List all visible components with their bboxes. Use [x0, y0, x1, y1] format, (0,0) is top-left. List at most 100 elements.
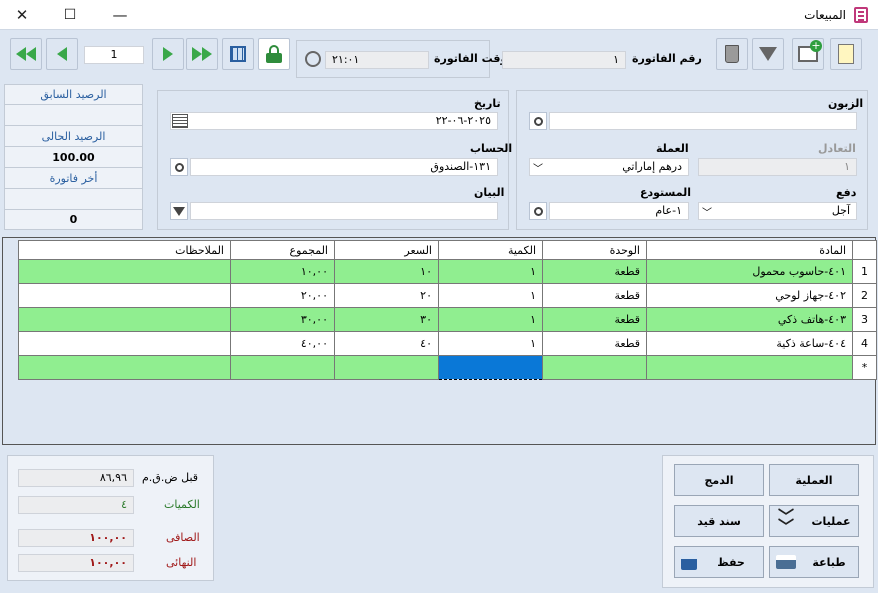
calendar-icon[interactable]	[172, 114, 188, 128]
cell-price[interactable]: ٤٠	[334, 331, 439, 356]
row-number[interactable]: 1	[852, 259, 877, 284]
currency-select[interactable]: درهم إماراتي	[529, 158, 689, 176]
cell-unit[interactable]: قطعة	[542, 283, 647, 308]
row-header-corner	[852, 240, 877, 260]
new-row[interactable]: *	[18, 355, 877, 380]
record-number-input[interactable]: 1	[84, 46, 144, 64]
cell-total[interactable]	[230, 355, 335, 380]
double-left-icon	[16, 47, 26, 61]
before-tax-field: ٨٦,٩٦	[18, 469, 134, 487]
items-table: المادة الوحدة الكمية السعر المجموع الملا…	[18, 240, 877, 380]
last-invoice-value	[5, 190, 142, 210]
before-tax-label: قبل ض.ق.م	[142, 471, 199, 484]
cell-qty[interactable]: ١	[438, 331, 543, 356]
cell-notes[interactable]	[18, 307, 231, 332]
last-record-button[interactable]	[186, 38, 218, 70]
add-button[interactable]: +	[792, 38, 824, 70]
warehouse-search-icon[interactable]	[529, 202, 547, 220]
merge-button[interactable]: الدمج	[674, 464, 764, 496]
cell-total[interactable]: ٤٠,٠٠	[230, 331, 335, 356]
cell-price[interactable]: ٢٠	[334, 283, 439, 308]
filter-button[interactable]	[752, 38, 784, 70]
save-button-label: حفظ	[717, 555, 745, 569]
journal-button[interactable]: سند قيد	[674, 505, 764, 537]
operation-button[interactable]: العملية	[769, 464, 859, 496]
row-number[interactable]: 3	[852, 307, 877, 332]
statement-field[interactable]	[190, 202, 498, 220]
cell-item[interactable]: ٤٠١-حاسوب محمول	[646, 259, 853, 284]
cell-total[interactable]: ١٠,٠٠	[230, 259, 335, 284]
cell-notes[interactable]	[18, 355, 231, 380]
statement-dropdown-icon[interactable]	[170, 202, 188, 220]
invoice-time-label: وقت الفاتورة	[434, 52, 508, 65]
cell-unit[interactable]: قطعة	[542, 331, 647, 356]
customer-field[interactable]	[549, 112, 857, 130]
cell-price[interactable]: ١٠	[334, 259, 439, 284]
cell-price[interactable]: ٣٠	[334, 307, 439, 332]
cell-total[interactable]: ٣٠,٠٠	[230, 307, 335, 332]
cell-total[interactable]: ٢٠,٠٠	[230, 283, 335, 308]
cell-unit[interactable]	[542, 355, 647, 380]
cell-item[interactable]: ٤٠٢-جهاز لوحي	[646, 283, 853, 308]
column-header-price[interactable]: السعر	[334, 240, 439, 260]
invoice-time-field[interactable]: ٢١:٠١	[325, 51, 429, 69]
column-header-total[interactable]: المجموع	[230, 240, 335, 260]
invoice-number-field[interactable]: ١	[502, 51, 626, 69]
grid-icon	[230, 46, 246, 62]
row-number[interactable]: 2	[852, 283, 877, 308]
cell-qty[interactable]: ١	[438, 307, 543, 332]
save-disk-icon	[681, 554, 697, 570]
delete-button[interactable]	[716, 38, 748, 70]
save-button[interactable]: حفظ	[674, 546, 764, 578]
cell-notes[interactable]	[18, 283, 231, 308]
invoice-number-label: رقم الفاتورة	[632, 52, 702, 65]
date-field[interactable]: ٢٠٢٥-٠٦-٢٢	[170, 112, 498, 130]
final-label: النهائى	[166, 556, 197, 569]
rate-field[interactable]: ١	[698, 158, 857, 176]
maximize-button[interactable]: ☐	[58, 4, 82, 26]
next-record-button[interactable]	[152, 38, 184, 70]
column-header-qty[interactable]: الكمية	[438, 240, 543, 260]
table-row[interactable]: 3 ٤٠٣-هاتف ذكي قطعة ١ ٣٠ ٣٠,٠٠	[18, 307, 877, 332]
add-icon: +	[798, 40, 822, 62]
column-header-unit[interactable]: الوحدة	[542, 240, 647, 260]
column-header-item[interactable]: المادة	[646, 240, 853, 260]
cell-notes[interactable]	[18, 331, 231, 356]
column-header-notes[interactable]: الملاحظات	[18, 240, 231, 260]
warehouse-field[interactable]: ١-عام	[549, 202, 689, 220]
cell-item[interactable]	[646, 355, 853, 380]
prev-record-button[interactable]	[46, 38, 78, 70]
previous-balance-label: الرصيد السابق	[5, 85, 142, 105]
account-field[interactable]: ١٣١-الصندوق	[190, 158, 498, 176]
cell-unit[interactable]: قطعة	[542, 307, 647, 332]
cell-price[interactable]	[334, 355, 439, 380]
first-record-button[interactable]	[10, 38, 42, 70]
account-search-icon[interactable]	[170, 158, 188, 176]
new-document-button[interactable]	[830, 38, 862, 70]
close-button[interactable]: ✕	[10, 4, 34, 26]
cell-qty-selected[interactable]	[438, 355, 543, 380]
grid-view-button[interactable]	[222, 38, 254, 70]
table-row[interactable]: 1 ٤٠١-حاسوب محمول قطعة ١ ١٠ ١٠,٠٠	[18, 259, 877, 284]
payment-select[interactable]: آجل	[698, 202, 857, 220]
row-number[interactable]: 4	[852, 331, 877, 356]
cell-unit[interactable]: قطعة	[542, 259, 647, 284]
print-button[interactable]: طباعة	[769, 546, 859, 578]
double-chevron-down-icon: ﹀ ﹀	[778, 507, 795, 536]
minimize-button[interactable]: —	[108, 4, 132, 26]
cell-notes[interactable]	[18, 259, 231, 284]
title-bar: المبيعات ✕ ☐ —	[0, 0, 878, 30]
new-row-marker[interactable]: *	[852, 355, 877, 380]
current-balance-value: 100.00	[5, 148, 142, 168]
table-row[interactable]: 2 ٤٠٢-جهاز لوحي قطعة ١ ٢٠ ٢٠,٠٠	[18, 283, 877, 308]
operations-button[interactable]: ﹀ ﹀ عمليات	[769, 505, 859, 537]
left-arrow-icon	[57, 47, 67, 61]
table-row[interactable]: 4 ٤٠٤-ساعة ذكية قطعة ١ ٤٠ ٤٠,٠٠	[18, 331, 877, 356]
cell-item[interactable]: ٤٠٣-هاتف ذكي	[646, 307, 853, 332]
cell-qty[interactable]: ١	[438, 259, 543, 284]
previous-balance-value	[5, 106, 142, 126]
lock-button[interactable]	[258, 38, 290, 70]
cell-qty[interactable]: ١	[438, 283, 543, 308]
customer-search-icon[interactable]	[529, 112, 547, 130]
cell-item[interactable]: ٤٠٤-ساعة ذكية	[646, 331, 853, 356]
